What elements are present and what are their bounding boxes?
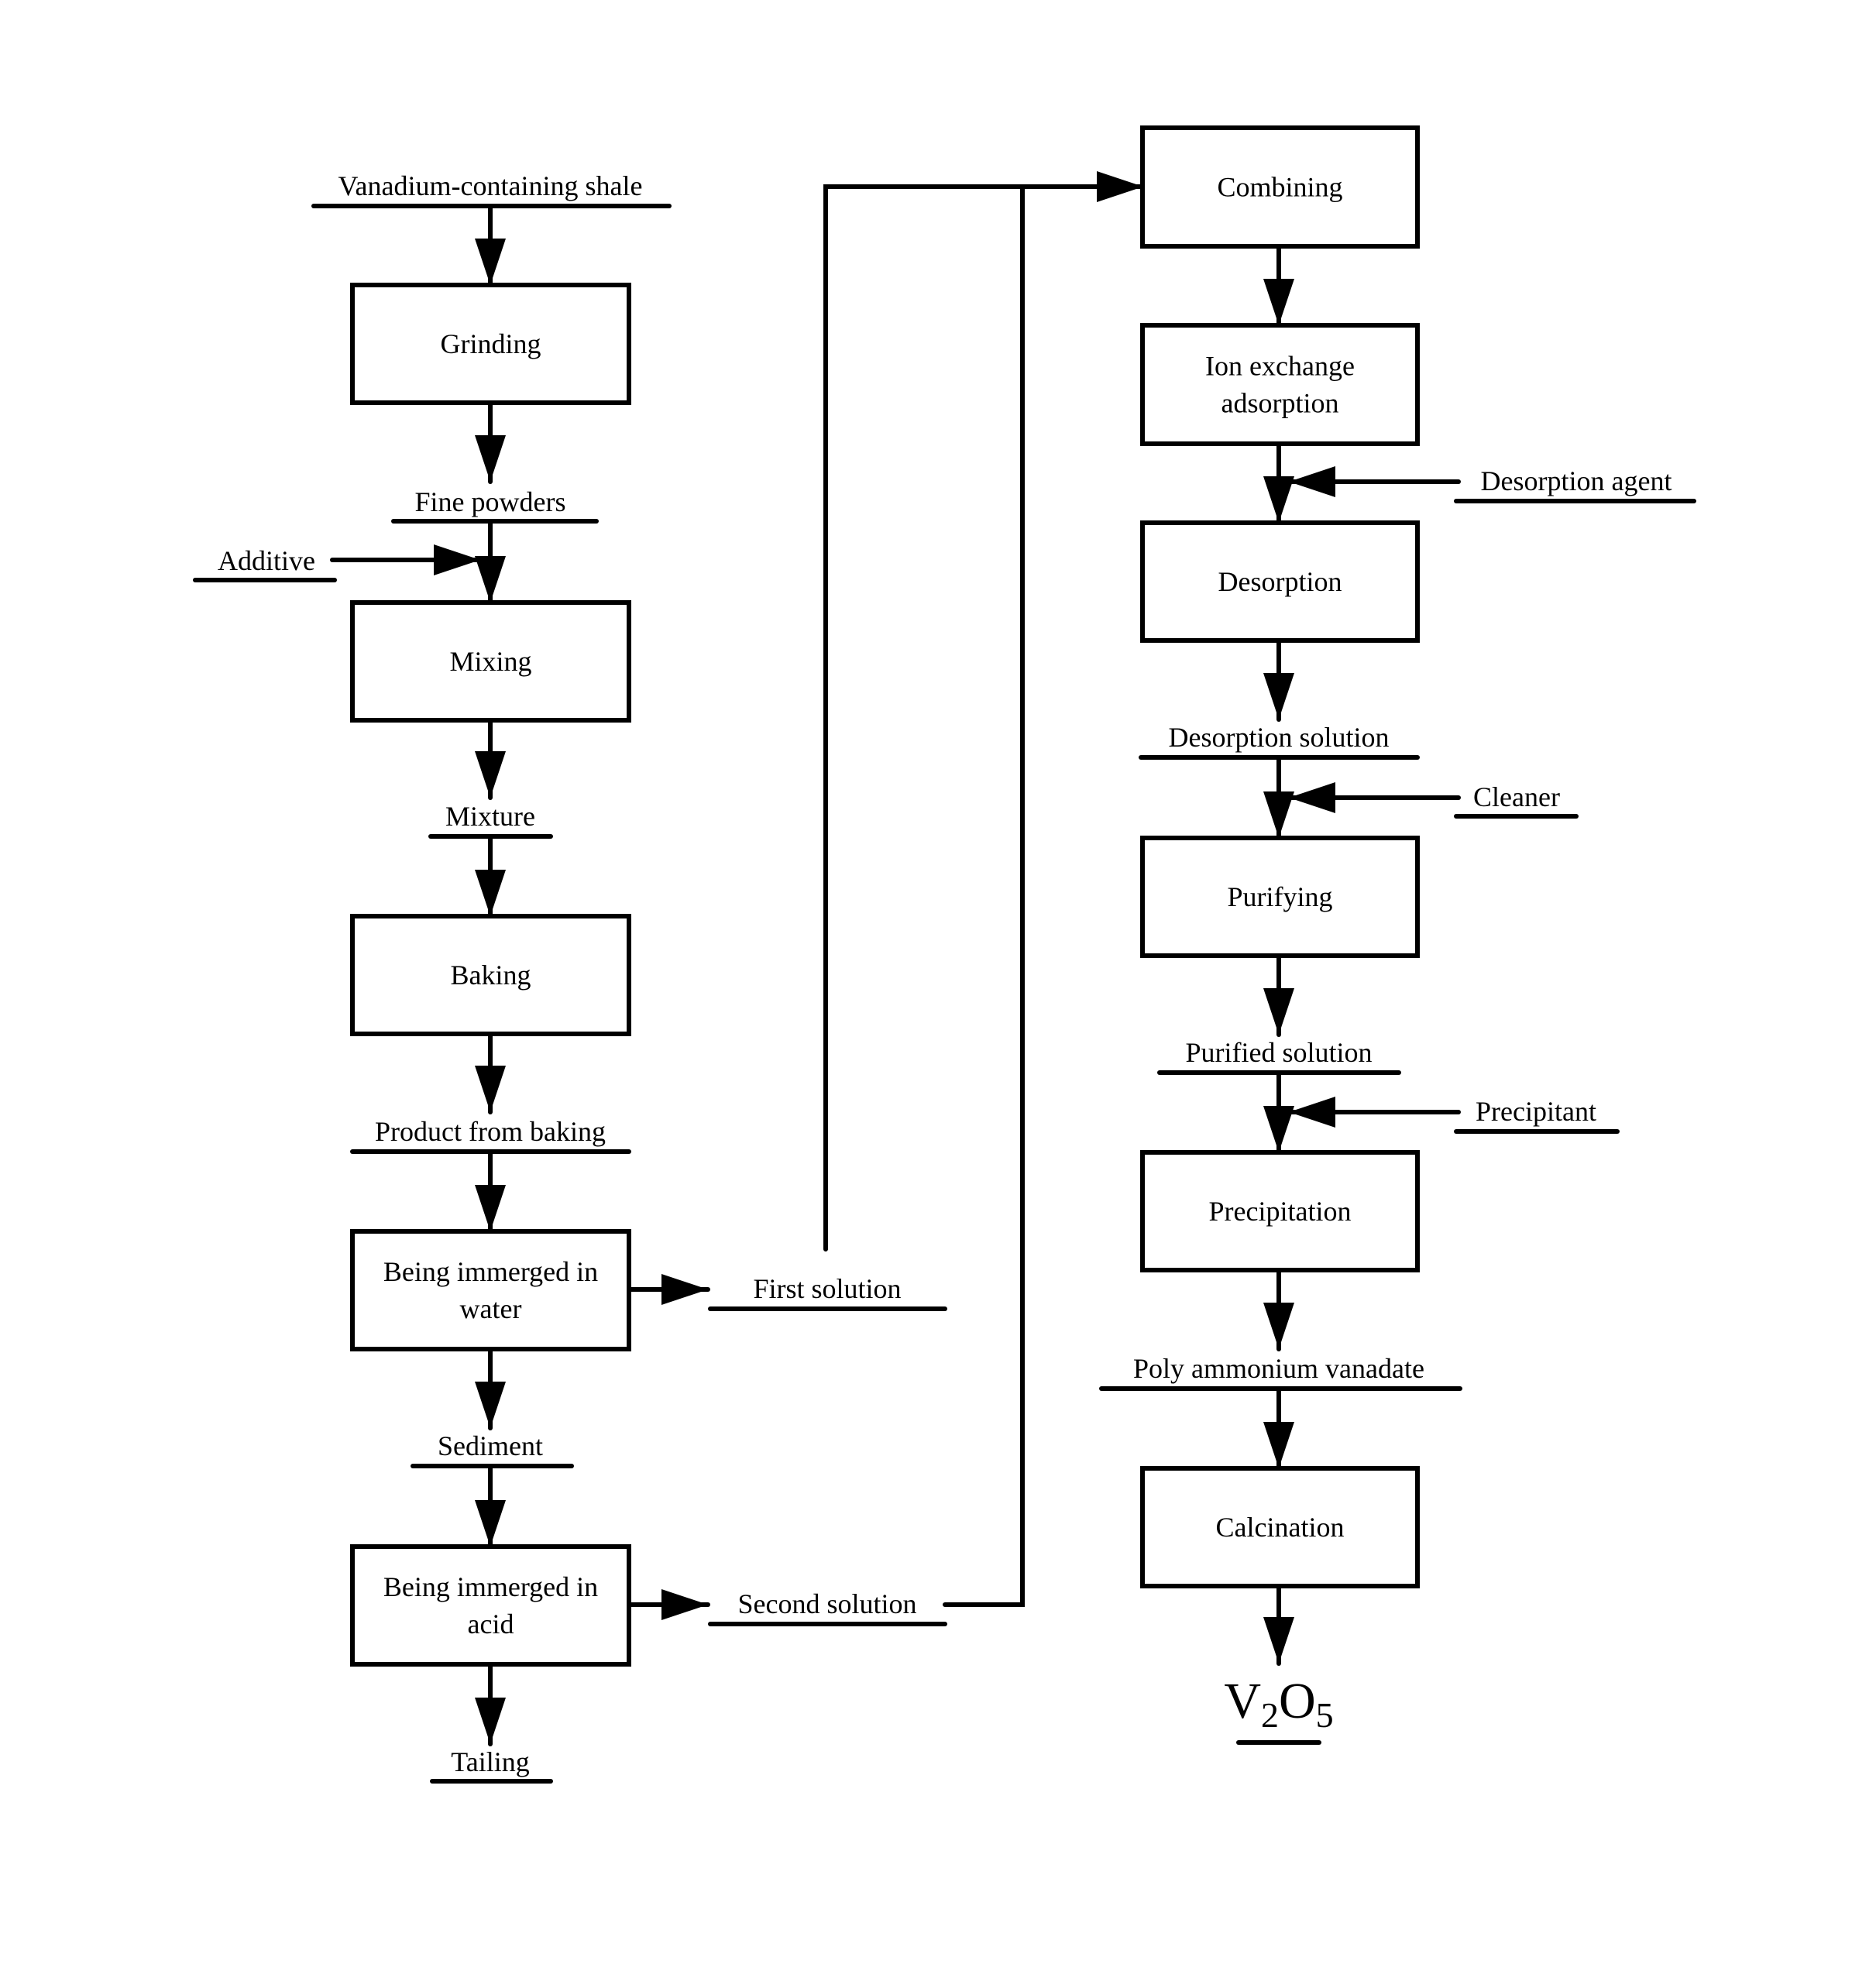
stream-poly-ammonium-vanadate-text: Poly ammonium vanadate [1133, 1353, 1424, 1384]
process-box-water-immersion: Being immerged in water [350, 1229, 631, 1351]
connector-first-solution-to-combining [823, 184, 1146, 1252]
stream-desorption-solution: Desorption solution [1139, 722, 1420, 760]
process-box-calcination: Calcination [1140, 1466, 1420, 1588]
stream-first-solution-text: First solution [753, 1273, 901, 1304]
stream-sediment: Sediment [411, 1430, 574, 1468]
formula-element: V [1224, 1673, 1261, 1729]
process-box-combining: Combining [1140, 125, 1420, 249]
stream-additive-text: Additive [218, 545, 315, 576]
arrow-combining-to-ion-exchange-head-icon [1263, 279, 1294, 325]
process-box-ion-exchange: Ion exchange adsorption [1140, 323, 1420, 446]
input-vanadium-shale-text: Vanadium-containing shale [338, 170, 643, 201]
stream-second-solution-text: Second solution [738, 1588, 917, 1619]
formula-subscript: 5 [1316, 1695, 1334, 1735]
stream-additive: Additive [193, 545, 337, 582]
input-vanadium-shale: Vanadium-containing shale [311, 170, 672, 208]
stream-tailing-text: Tailing [451, 1746, 529, 1777]
final-product-v2o5: V2O5 [1224, 1673, 1334, 1745]
arrow-shale-to-grinding-head-icon [475, 239, 506, 285]
final-product-formula: V2O5 [1224, 1673, 1333, 1735]
process-box-combining-label: Combining [1217, 172, 1342, 203]
stream-precipitant: Precipitant [1454, 1096, 1620, 1134]
stream-mixture: Mixture [428, 801, 553, 839]
process-box-ion-exchange-label: adsorption [1221, 388, 1339, 419]
process-box-water-immersion-border [350, 1229, 631, 1351]
arrow-cleaner-head-icon [1289, 782, 1335, 813]
process-box-acid-immersion: Being immerged in acid [350, 1544, 631, 1667]
stream-fine-powders: Fine powders [391, 486, 599, 524]
arrow-acid-to-tailing-head-icon [475, 1698, 506, 1744]
stream-poly-ammonium-vanadate: Poly ammonium vanadate [1099, 1353, 1462, 1391]
stream-desorption-solution-text: Desorption solution [1169, 722, 1390, 753]
arrow-calcination-to-product-head-icon [1263, 1617, 1294, 1664]
process-box-ion-exchange-label: Ion exchange [1205, 351, 1355, 382]
arrow-mixture-to-baking-head-icon [475, 870, 506, 916]
stream-desorption-agent: Desorption agent [1454, 465, 1696, 503]
flowchart: Grinding Mixing Baking Being immerged in wat… [193, 125, 1696, 1784]
arrow-additive-head-icon [434, 544, 480, 575]
stream-tailing: Tailing [430, 1746, 553, 1784]
stream-sediment-text: Sediment [438, 1430, 543, 1461]
process-box-purifying: Purifying [1140, 836, 1420, 958]
stream-mixture-text: Mixture [445, 801, 535, 832]
stream-purified-solution: Purified solution [1157, 1037, 1401, 1075]
process-box-ion-exchange-border [1140, 323, 1420, 446]
arrow-precipitant-head-icon [1289, 1097, 1335, 1128]
process-box-purifying-label: Purifying [1227, 881, 1332, 912]
arrow-pav-to-calcination-head-icon [1263, 1422, 1294, 1468]
arrow-water-to-first-solution-head-icon [661, 1274, 708, 1305]
arrow-sediment-to-acid-head-icon [475, 1500, 506, 1547]
stream-product-from-baking-text: Product from baking [375, 1116, 606, 1147]
arrow-baking-to-product-head-icon [475, 1066, 506, 1112]
process-box-precipitation-label: Precipitation [1209, 1196, 1352, 1227]
process-box-calcination-label: Calcination [1216, 1512, 1345, 1543]
process-box-baking-label: Baking [451, 960, 531, 991]
arrow-mixing-to-mixture-head-icon [475, 751, 506, 798]
process-box-desorption-label: Desorption [1218, 566, 1342, 597]
stream-cleaner-text: Cleaner [1473, 781, 1560, 812]
process-box-acid-immersion-label: Being immerged in [383, 1571, 598, 1602]
connector-second-solution-to-combining [943, 184, 1025, 1607]
stream-first-solution: First solution [708, 1273, 947, 1311]
stream-purified-solution-text: Purified solution [1186, 1037, 1373, 1068]
arrow-into-combining-head-icon [1097, 171, 1143, 202]
arrow-powder-to-mixing-head-icon [475, 556, 506, 603]
arrow-water-to-sediment-head-icon [475, 1382, 506, 1428]
arrow-desorption-to-solution-head-icon [1263, 673, 1294, 719]
process-box-mixing-label: Mixing [449, 646, 531, 677]
process-box-water-immersion-label: Being immerged in [383, 1256, 598, 1287]
formula-element: O [1279, 1673, 1316, 1729]
arrow-purifying-to-purified-head-icon [1263, 988, 1294, 1035]
arrow-grinding-to-powder-head-icon [475, 435, 506, 482]
process-box-desorption: Desorption [1140, 520, 1420, 643]
arrow-acid-to-second-solution-head-icon [661, 1589, 708, 1620]
process-box-grinding-label: Grinding [441, 328, 541, 359]
stream-cleaner: Cleaner [1454, 781, 1579, 819]
arrow-desorption-agent-head-icon [1289, 466, 1335, 497]
formula-subscript: 2 [1261, 1695, 1279, 1735]
process-box-water-immersion-label: water [460, 1293, 522, 1324]
stream-second-solution: Second solution [708, 1588, 947, 1626]
process-box-baking: Baking [350, 914, 631, 1036]
process-box-mixing: Mixing [350, 600, 631, 723]
process-box-grinding: Grinding [350, 283, 631, 405]
stream-fine-powders-text: Fine powders [415, 486, 566, 517]
process-box-acid-immersion-border [350, 1544, 631, 1667]
arrow-product-to-water-head-icon [475, 1185, 506, 1231]
stream-desorption-agent-text: Desorption agent [1481, 465, 1672, 496]
arrow-precipitation-to-pav-head-icon [1263, 1303, 1294, 1349]
stream-product-from-baking: Product from baking [350, 1116, 631, 1154]
process-box-precipitation: Precipitation [1140, 1150, 1420, 1272]
process-box-acid-immersion-label: acid [468, 1609, 514, 1639]
stream-precipitant-text: Precipitant [1476, 1096, 1596, 1127]
